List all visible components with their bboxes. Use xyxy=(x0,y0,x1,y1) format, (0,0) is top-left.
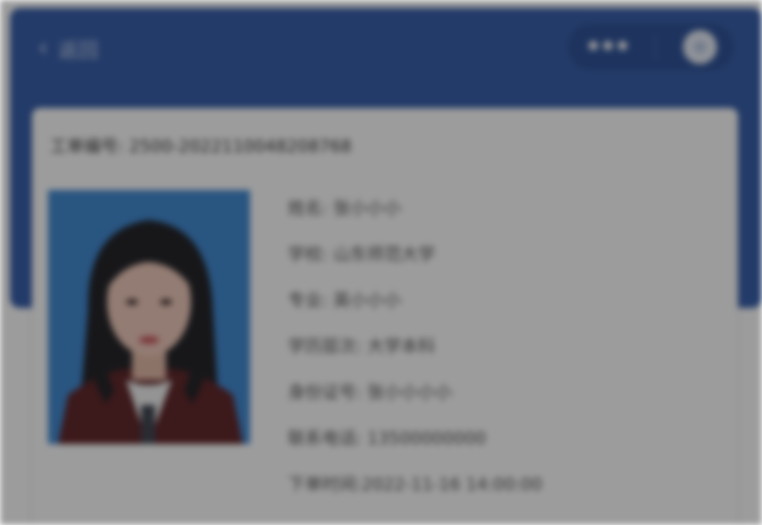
chevron-left-icon: ‹ xyxy=(38,33,49,63)
id-photo xyxy=(48,190,250,444)
screen: ‹ 返回 ••• 工单编号: 2500-2022110048208768 姓名:… xyxy=(0,0,762,525)
info-row: 专业: 英小小小 xyxy=(288,291,402,311)
ticket-number: 工单编号: 2500-2022110048208768 xyxy=(50,137,352,157)
info-row: 身份证号: 张小小小小 xyxy=(288,383,453,403)
capsule-divider xyxy=(655,34,657,60)
info-row: 下单时间:2022-11-16 14:00:00 xyxy=(288,475,543,495)
info-row: 联系电话: 13500000000 xyxy=(288,429,487,449)
back-label: 返回 xyxy=(58,37,99,62)
student-info: 姓名: 张小小小 学校: 山东师范大学 专业: 英小小小 学历层次: 大学本科 … xyxy=(288,196,542,518)
back-button[interactable]: ‹ 返回 xyxy=(38,26,128,70)
portrait-image xyxy=(48,190,250,444)
mini-program-capsule: ••• xyxy=(566,22,736,72)
info-row: 学校: 山东师范大学 xyxy=(288,245,436,265)
info-row: 学历层次: 大学本科 xyxy=(288,337,436,357)
more-dots-icon[interactable]: ••• xyxy=(585,32,631,62)
info-row: 姓名: 张小小小 xyxy=(288,199,402,219)
target-circle-icon[interactable] xyxy=(682,30,717,64)
